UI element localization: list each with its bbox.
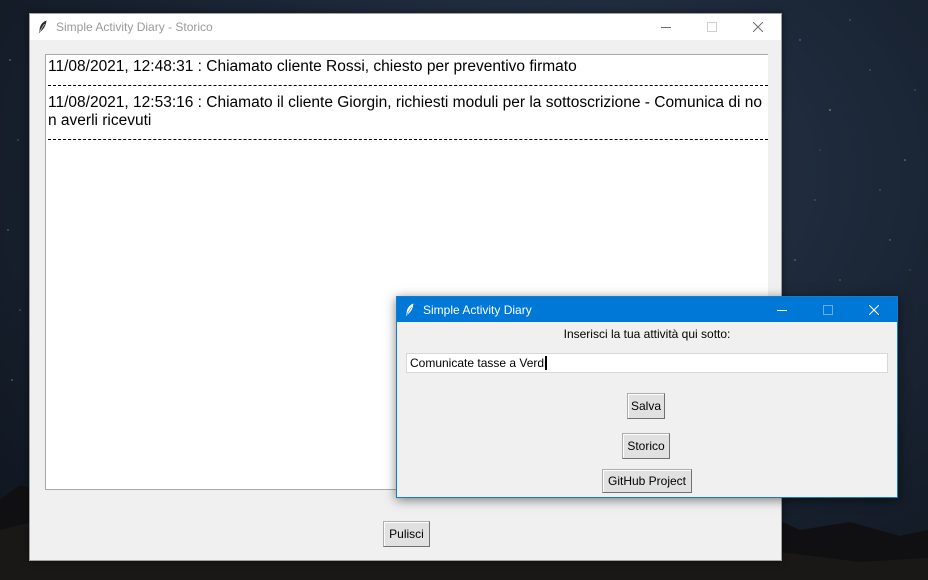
storico-titlebar[interactable]: Simple Activity Diary - Storico bbox=[30, 14, 781, 40]
minimize-icon bbox=[777, 309, 787, 311]
maximize-icon bbox=[823, 304, 833, 315]
text-caret bbox=[545, 356, 547, 370]
close-button[interactable] bbox=[851, 297, 897, 322]
save-button[interactable]: Salva bbox=[627, 393, 665, 419]
activity-prompt-label: Inserisci la tua attività qui sotto: bbox=[563, 327, 731, 341]
diary-window-title: Simple Activity Diary bbox=[423, 302, 532, 317]
github-project-button[interactable]: GitHub Project bbox=[602, 469, 692, 493]
maximize-button[interactable] bbox=[805, 297, 851, 322]
maximize-button[interactable] bbox=[689, 14, 735, 40]
storico-window-controls bbox=[643, 14, 781, 40]
diary-titlebar[interactable]: Simple Activity Diary bbox=[397, 297, 897, 322]
maximize-icon bbox=[707, 22, 717, 32]
entry-separator bbox=[48, 130, 768, 148]
history-entry: 11/08/2021, 12:53:16 : Chiamato il clien… bbox=[48, 94, 762, 129]
diary-window: Simple Activity Diary Inserisci la tua a… bbox=[396, 296, 898, 498]
history-button[interactable]: Storico bbox=[622, 433, 670, 459]
entry-separator bbox=[48, 76, 768, 94]
storico-window-title: Simple Activity Diary - Storico bbox=[56, 20, 213, 34]
activity-input[interactable] bbox=[406, 353, 888, 373]
history-entry: 11/08/2021, 12:48:31 : Chiamato cliente … bbox=[48, 58, 577, 75]
minimize-button[interactable] bbox=[759, 297, 805, 322]
minimize-button[interactable] bbox=[643, 14, 689, 40]
minimize-icon bbox=[661, 27, 671, 28]
close-button[interactable] bbox=[735, 14, 781, 40]
diary-window-controls bbox=[759, 297, 897, 322]
feather-icon bbox=[399, 297, 421, 323]
feather-icon bbox=[32, 14, 54, 40]
close-icon bbox=[753, 22, 763, 32]
close-icon bbox=[869, 304, 879, 315]
clear-button[interactable]: Pulisci bbox=[383, 521, 430, 547]
